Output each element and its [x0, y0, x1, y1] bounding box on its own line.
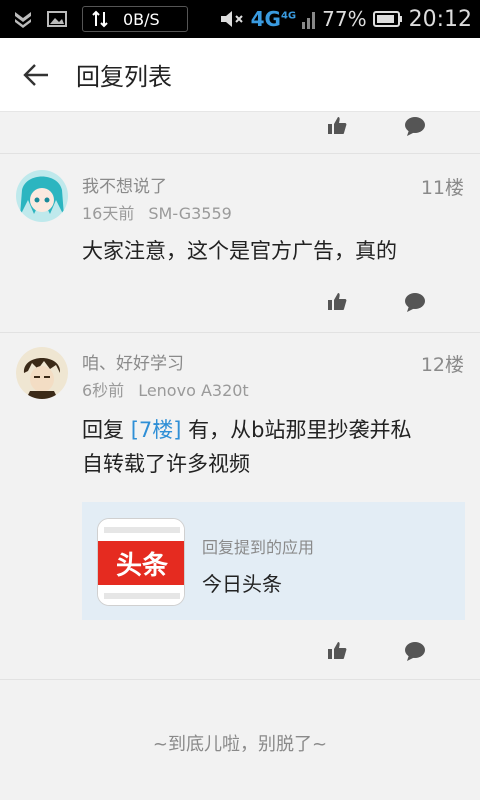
avatar[interactable]	[16, 347, 68, 399]
reply-icon[interactable]	[404, 115, 426, 137]
battery-percent: 77%	[322, 7, 367, 31]
page-title: 回复列表	[76, 63, 172, 91]
comment-item: 咱、好好学习 6秒前 Lenovo A320t 12楼 回复 [7楼] 有，从b站…	[0, 333, 480, 679]
comment-meta: 16天前 SM-G3559	[82, 204, 232, 223]
divider	[0, 679, 480, 680]
like-icon[interactable]	[327, 115, 347, 135]
app-header: 回复列表	[0, 38, 480, 112]
back-arrow-icon[interactable]	[22, 61, 50, 89]
username[interactable]: 我不想说了	[82, 172, 167, 197]
reply-list: 我不想说了 16天前SM-G3559 11楼 大家注意，这个是官方广告，真的	[0, 113, 480, 800]
speed-text: 0B/S	[123, 9, 160, 29]
notification-icon	[15, 12, 31, 28]
comment-meta: 6秒前 Lenovo A320t	[82, 381, 249, 400]
comment-actions	[0, 289, 480, 319]
reply-icon[interactable]	[404, 291, 426, 313]
signal-icon	[302, 12, 316, 29]
app-card-subtitle: 回复提到的应用	[202, 538, 315, 557]
clock: 20:12	[408, 6, 472, 32]
network-speed: 0B/S	[82, 6, 188, 32]
data-transfer-icon	[92, 10, 108, 28]
like-icon[interactable]	[327, 640, 347, 660]
like-icon[interactable]	[327, 291, 347, 311]
comment-actions	[0, 113, 480, 143]
reply-icon[interactable]	[404, 640, 426, 662]
avatar[interactable]	[16, 170, 68, 222]
floor-number: 12楼	[420, 354, 464, 376]
status-bar: 0B/S 4G4G 77% 20:12	[0, 0, 480, 38]
image-icon	[47, 11, 67, 27]
username[interactable]: 咱、好好学习	[82, 349, 184, 374]
floor-number: 11楼	[420, 177, 464, 199]
mute-icon	[220, 11, 243, 27]
battery-icon	[372, 11, 402, 27]
app-icon-text: 头条	[116, 551, 169, 581]
mentioned-app-card[interactable]: 头条 回复提到的应用 今日头条	[82, 502, 465, 620]
end-of-list-text: ~到底儿啦，别脱了~	[152, 734, 328, 755]
avatar-image	[16, 170, 68, 222]
avatar-image	[16, 347, 68, 399]
floor-link[interactable]: [7楼]	[131, 418, 182, 442]
network-type: 4G4G	[250, 7, 297, 31]
comment-body: 回复 [7楼] 有，从b站那里抄袭并私 自转载了许多视频	[82, 418, 412, 476]
app-card-name: 今日头条	[202, 572, 282, 596]
app-icon: 头条	[97, 518, 185, 606]
comment-item: 我不想说了 16天前 SM-G3559 11楼 大家注意，这个是官方广告，真的	[0, 154, 480, 332]
comment-body: 大家注意，这个是官方广告，真的	[82, 239, 397, 263]
comment-actions	[0, 638, 480, 668]
